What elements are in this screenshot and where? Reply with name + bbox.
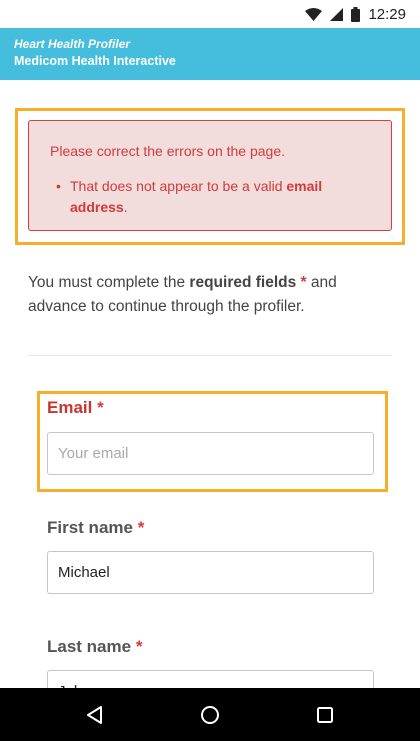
status-bar: 12:29 xyxy=(0,0,420,28)
navigation-bar xyxy=(0,688,420,741)
first-name-label: First name * xyxy=(47,518,144,538)
last-name-label-text: Last name xyxy=(47,637,132,656)
first-name-field[interactable] xyxy=(47,551,374,594)
app-title: Heart Health Profiler xyxy=(14,37,131,51)
error-alert: Please correct the errors on the page. •… xyxy=(28,120,392,231)
email-label-text: Email xyxy=(47,398,93,417)
email-field[interactable] xyxy=(47,432,374,475)
error-item-text: That does not appear to be a valid xyxy=(70,178,287,194)
intro-bold: required fields xyxy=(189,274,297,291)
first-name-label-text: First name xyxy=(47,518,133,537)
app-subtitle: Medicom Health Interactive xyxy=(14,54,176,68)
last-name-field[interactable] xyxy=(47,670,374,688)
intro-prefix: You must complete the xyxy=(28,274,190,291)
required-star: * xyxy=(137,518,145,537)
bullet-icon: • xyxy=(56,178,61,194)
battery-icon xyxy=(351,6,361,22)
required-star: * xyxy=(97,398,104,417)
recents-icon[interactable] xyxy=(295,688,355,741)
intro-text: You must complete the required fields * … xyxy=(28,271,398,319)
last-name-label: Last name * xyxy=(47,637,142,657)
email-label: Email * xyxy=(47,398,104,418)
back-icon[interactable] xyxy=(65,688,125,741)
error-list-item: • That does not appear to be a valid ema… xyxy=(50,176,370,218)
error-heading: Please correct the errors on the page. xyxy=(50,143,286,159)
status-time: 12:29 xyxy=(368,5,406,23)
home-icon[interactable] xyxy=(180,688,240,741)
error-item-end: . xyxy=(123,199,128,215)
app-header: Heart Health Profiler Medicom Health Int… xyxy=(0,28,420,80)
page-content[interactable]: Please correct the errors on the page. •… xyxy=(0,80,420,688)
divider xyxy=(28,355,392,356)
required-star: * xyxy=(135,637,143,656)
cell-signal-icon xyxy=(330,7,344,21)
wifi-icon xyxy=(305,7,323,21)
